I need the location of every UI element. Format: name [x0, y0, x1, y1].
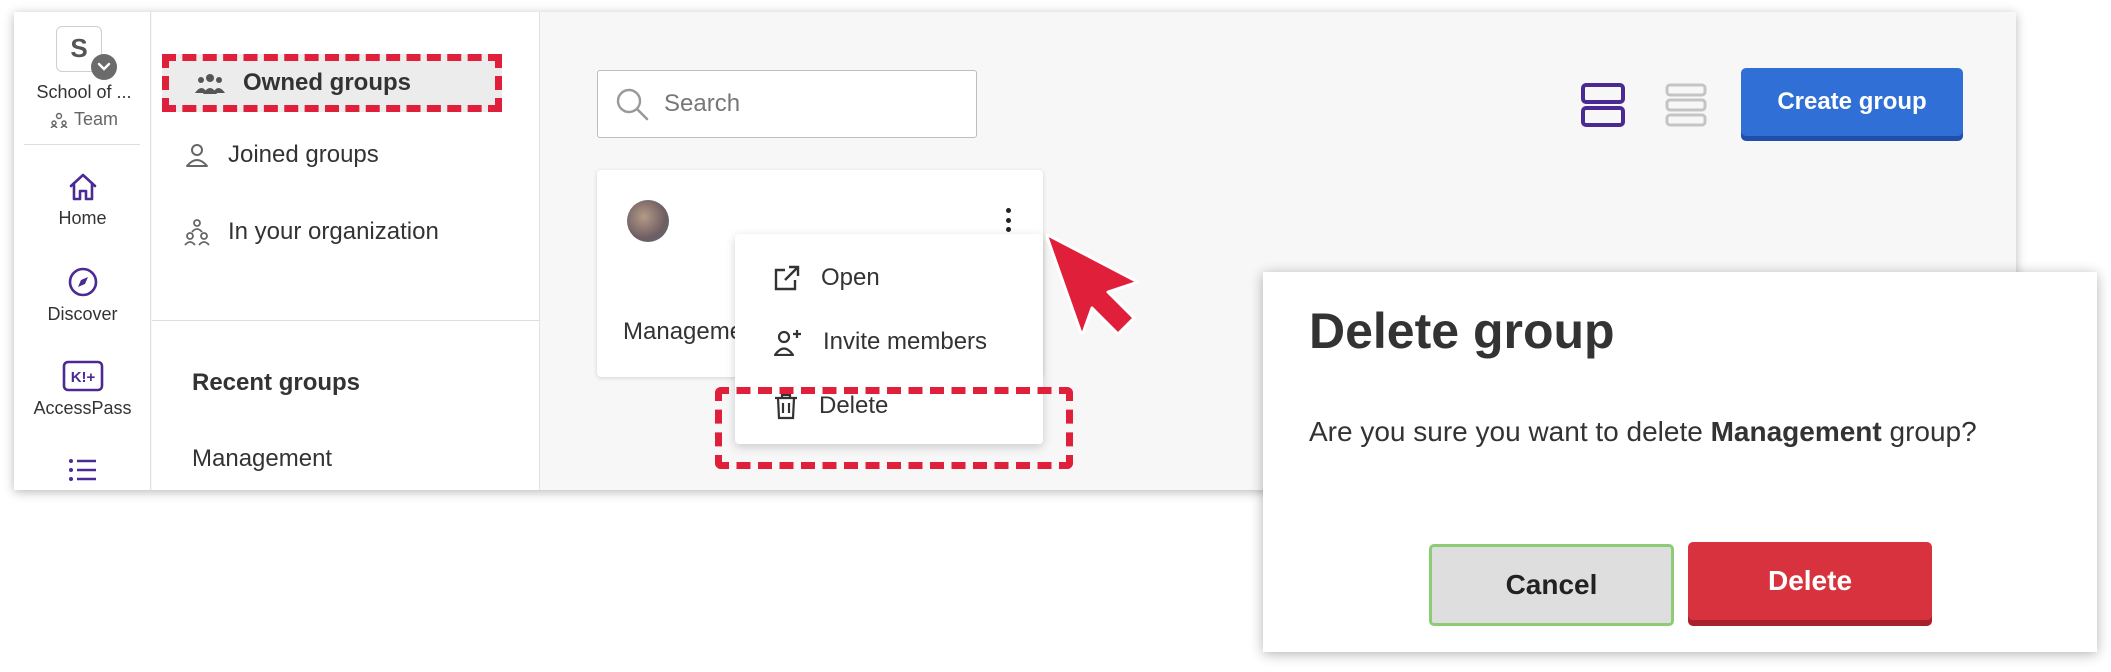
external-link-icon: [774, 265, 800, 291]
add-person-icon: [773, 330, 801, 356]
rail-item-accesspass[interactable]: K!+ AccessPass: [14, 360, 151, 419]
nav-divider: [152, 320, 539, 321]
menu-item-invite-members[interactable]: Invite members: [773, 328, 987, 356]
person-icon: [186, 144, 208, 167]
recent-groups-title: Recent groups: [192, 369, 361, 396]
home-icon: [69, 173, 96, 201]
delete-group-dialog: Delete group Are you sure you want to de…: [1263, 272, 2097, 652]
delete-highlight: [715, 387, 1073, 469]
people-icon: [195, 74, 225, 94]
rail-item-list[interactable]: [14, 457, 151, 489]
create-group-button[interactable]: Create group: [1741, 68, 1963, 136]
dialog-title: Delete group: [1309, 303, 1615, 359]
svg-text:K!+: K!+: [70, 369, 95, 386]
menu-item-open[interactable]: Open: [773, 264, 880, 292]
rail-divider: [24, 144, 140, 145]
search-field[interactable]: [597, 70, 977, 138]
compass-icon: [68, 267, 97, 297]
left-rail: S School of ... Team Home Discover K!+ A…: [14, 12, 151, 490]
search-icon: [616, 88, 649, 121]
pointer-arrow-icon: [1046, 234, 1140, 334]
org-name: School of ...: [36, 82, 132, 102]
nav-joined-groups[interactable]: Joined groups: [176, 126, 379, 184]
list-view-icon[interactable]: [1664, 82, 1708, 128]
chevron-down-icon[interactable]: [91, 54, 117, 80]
delete-button[interactable]: Delete: [1688, 542, 1932, 620]
rail-item-home[interactable]: Home: [14, 172, 151, 229]
recent-group-item[interactable]: Management: [192, 445, 332, 473]
nav-in-your-organization[interactable]: In your organization: [176, 203, 439, 261]
card-view-icon[interactable]: [1580, 82, 1626, 128]
list-icon: [68, 459, 96, 481]
org-type: Team: [22, 109, 146, 130]
dialog-message: Are you sure you want to delete Manageme…: [1309, 416, 1977, 447]
accesspass-icon: K!+: [62, 360, 103, 392]
team-icon: [50, 112, 68, 128]
organization-icon: [184, 219, 210, 246]
nav-owned-groups[interactable]: Owned groups: [162, 54, 502, 112]
more-options-icon[interactable]: [1001, 206, 1015, 234]
search-input[interactable]: [664, 90, 964, 118]
groups-nav: Owned groups Joined groups In your organ…: [152, 12, 540, 490]
group-avatar: [627, 200, 669, 242]
rail-item-discover[interactable]: Discover: [14, 266, 151, 325]
cancel-button[interactable]: Cancel: [1429, 544, 1674, 626]
